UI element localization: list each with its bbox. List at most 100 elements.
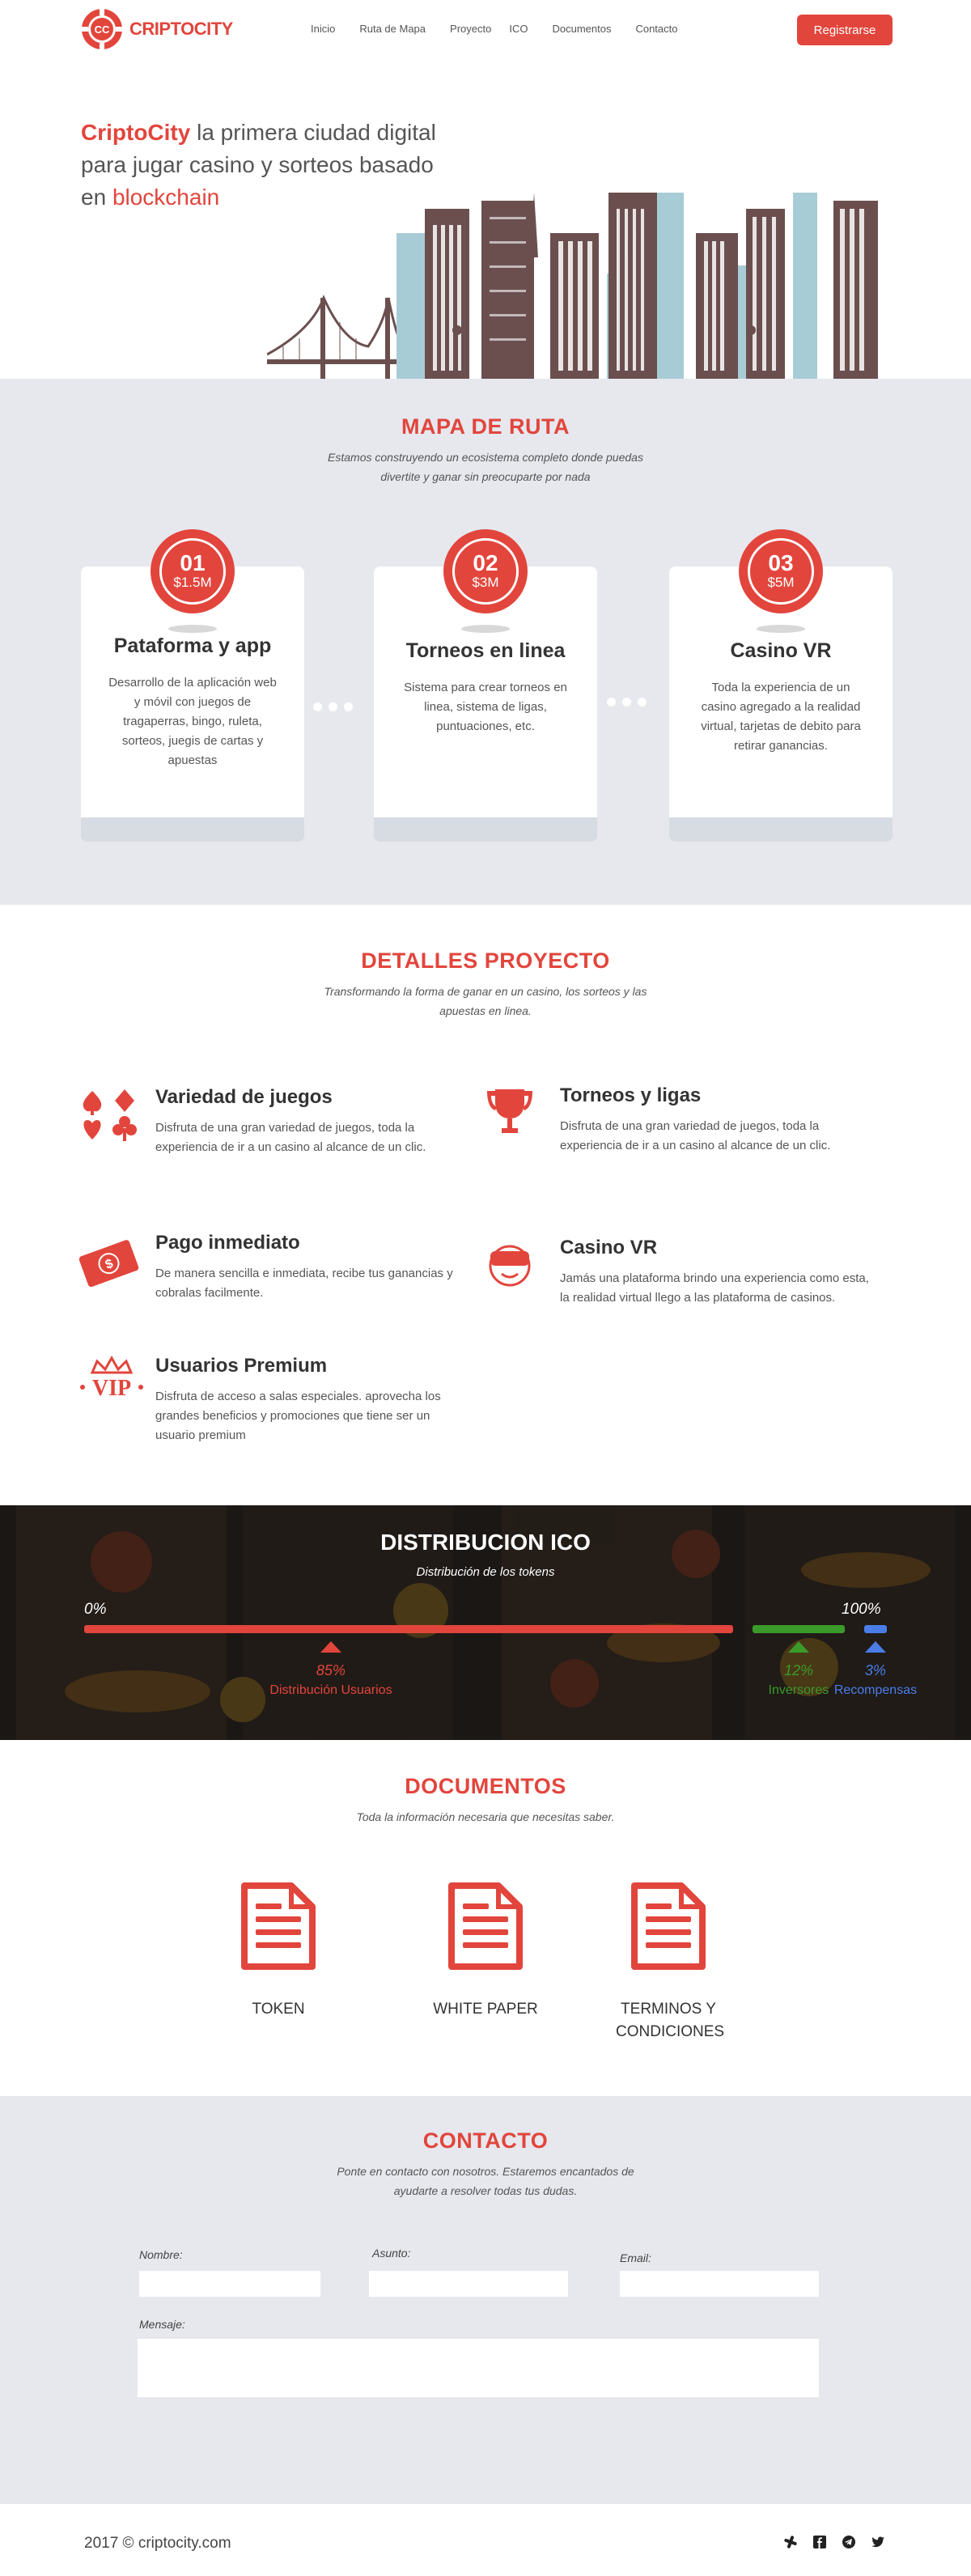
feature-text: Disfruta de una gran variedad de juegos,… (560, 1119, 831, 1152)
nav-ico[interactable]: ICO (509, 23, 528, 35)
feature-text: Jamás una plataforma brindo una experien… (560, 1271, 869, 1305)
ico-segment-marker (788, 1641, 810, 1653)
phase-amount: $1.5M (173, 575, 212, 590)
casino-chip-icon: CC (82, 9, 122, 49)
ico-subtitle: Distribución de los tokens (416, 1565, 555, 1579)
feature-title: Torneos y ligas (560, 1084, 702, 1106)
card-body: 02 $3M Torneos en linea Sistema para cre… (374, 529, 597, 842)
ico-segment-marker (864, 1641, 886, 1653)
subject-label: Asunto: (372, 2247, 411, 2260)
roadmap-card-3: 03 $5M Casino VR Toda la experiencia de … (669, 529, 893, 842)
hero-section: CriptoCity la primera ciudad digital par… (0, 55, 971, 379)
brand-name: CRIPTOCITY (129, 19, 233, 39)
ico-segment-label: Inversores (768, 1683, 829, 1697)
document-icon (241, 1882, 316, 1970)
vip-crown-icon: VIP (80, 1355, 143, 1401)
dots-connector (607, 698, 647, 707)
doc-terminos[interactable]: TERMINOS Y CONDICIONES (579, 1879, 757, 2043)
dots-connector (313, 702, 353, 711)
subject-input[interactable] (369, 2271, 568, 2297)
svg-text:CC: CC (95, 23, 110, 36)
ico-bar-segment (753, 1625, 845, 1633)
phase-number: 01 (180, 550, 206, 575)
feature-title: Pago inmediato (155, 1232, 300, 1254)
nav-ruta-de-mapa[interactable]: Ruta de Mapa (359, 23, 426, 35)
feature-title: Usuarios Premium (155, 1355, 328, 1377)
card-title: Torneos en linea (405, 639, 566, 662)
contact-title: CONTACTO (422, 2128, 549, 2153)
roadmap-subtitle: Estamos construyendo un ecosistema compl… (328, 451, 643, 483)
nav-proyecto[interactable]: Proyecto (450, 23, 491, 35)
slack-icon[interactable] (783, 2535, 798, 2549)
trophy-icon (487, 1089, 532, 1133)
phase-amount: $3M (472, 575, 499, 590)
telegram-icon[interactable] (842, 2535, 856, 2549)
feature-text: De manera sencilla e inmediata, recibe t… (155, 1267, 453, 1300)
hero-highlight: blockchain (112, 185, 220, 210)
ico-end-label: 100% (842, 1601, 881, 1618)
details-subtitle: Transformando la forma de ganar en un ca… (324, 985, 647, 1017)
nav-documentos[interactable]: Documentos (552, 23, 611, 35)
feature-text: Disfruta de acceso a salas especiales. a… (155, 1390, 441, 1442)
svg-text:VIP: VIP (92, 1376, 131, 1401)
logo[interactable]: CC CRIPTOCITY (81, 8, 233, 50)
ico-segment-percent: 12% (784, 1662, 814, 1678)
card-text: Desarrollo de la aplicación web y móvil … (108, 676, 277, 767)
twitter-icon[interactable] (871, 2535, 885, 2549)
card-suits-icon (83, 1089, 137, 1141)
doc-label: TERMINOS Y CONDICIONES (616, 2001, 725, 2040)
phase-badge: 01 $1.5M (151, 529, 235, 613)
main-nav: Inicio Ruta de Mapa Proyecto ICO Documen… (311, 23, 702, 35)
name-label: Nombre: (139, 2248, 183, 2261)
roadmap-section: MAPA DE RUTA Estamos construyendo un eco… (0, 379, 971, 905)
roadmap-card-1: 01 $1.5M Pataforma y app Desarrollo de l… (81, 529, 304, 842)
card-text: Toda la experiencia de un casino agregad… (701, 681, 861, 753)
ico-bar-segment (84, 1625, 734, 1633)
register-button[interactable]: Registrarse (797, 15, 893, 45)
document-icon (448, 1882, 523, 1970)
card-title: Pataforma y app (113, 634, 272, 657)
feature-title: Variedad de juegos (155, 1086, 333, 1108)
nav-contacto[interactable]: Contacto (635, 23, 677, 35)
card-text: Sistema para crear torneos en linea, sis… (404, 681, 567, 733)
feature-text: Disfruta de una gran variedad de juegos,… (155, 1121, 426, 1154)
copyright: 2017 © criptocity.com (84, 2535, 231, 2552)
phase-number: 02 (473, 550, 498, 575)
social-links (783, 2535, 885, 2549)
city-skyline-illustration (267, 193, 878, 379)
email-label: Email: (620, 2251, 651, 2264)
documents-section: DOCUMENTOS Toda la información necesaria… (0, 1740, 971, 2096)
project-details-section: DETALLES PROYECTO Transformando la forma… (0, 905, 971, 1505)
documents-subtitle: Toda la información necesaria que necesi… (356, 1810, 615, 1823)
ico-segment-label: Recompensas (833, 1683, 918, 1697)
site-header: CC CRIPTOCITY Inicio Ruta de Mapa Proyec… (0, 0, 971, 55)
ico-segment-percent: 3% (864, 1662, 886, 1678)
doc-token[interactable]: TOKEN (189, 1879, 367, 2021)
card-title: Casino VR (730, 639, 832, 662)
ico-segment-percent: 85% (316, 1662, 346, 1678)
ico-title: DISTRIBUCION ICO (380, 1530, 591, 1555)
vr-headset-icon (489, 1245, 531, 1287)
roadmap-card-2: 02 $3M Torneos en linea Sistema para cre… (374, 529, 597, 842)
phase-badge: 02 $3M (443, 529, 528, 613)
feature-title: Casino VR (560, 1237, 658, 1258)
doc-white-paper[interactable]: WHITE PAPER (396, 1879, 575, 2021)
email-input[interactable] (620, 2271, 819, 2297)
ico-distribution-section: DISTRIBUCION ICO Distribución de los tok… (0, 1505, 971, 1740)
phase-amount: $5M (767, 575, 795, 590)
money-icon: $ (79, 1240, 139, 1288)
ico-segment-marker (320, 1641, 341, 1653)
phase-badge: 03 $5M (739, 529, 823, 613)
ico-start-label: 0% (84, 1601, 107, 1618)
name-input[interactable] (139, 2271, 320, 2297)
details-title: DETALLES PROYECTO (361, 948, 610, 973)
message-label: Mensaje: (139, 2318, 185, 2331)
facebook-icon[interactable] (812, 2535, 827, 2549)
contact-subtitle: Ponte en contacto con nosotros. Estaremo… (337, 2165, 634, 2197)
roadmap-title: MAPA DE RUTA (401, 414, 570, 439)
message-textarea[interactable] (138, 2339, 819, 2397)
card-body: 01 $1.5M Pataforma y app Desarrollo de l… (81, 529, 304, 842)
doc-label: WHITE PAPER (433, 2001, 538, 2018)
ico-bar-segment (863, 1625, 887, 1633)
nav-inicio[interactable]: Inicio (311, 23, 335, 35)
